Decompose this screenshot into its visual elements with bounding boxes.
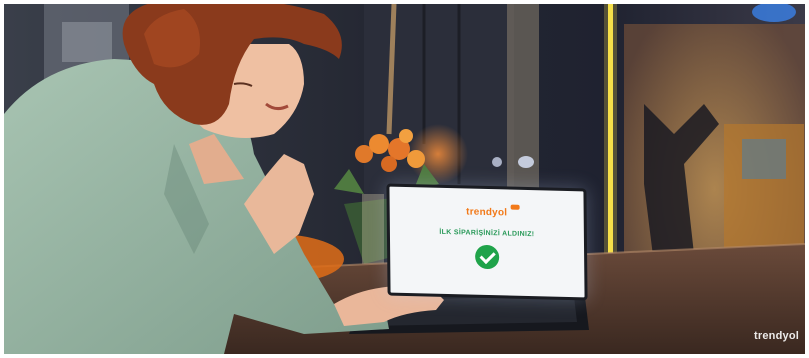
checkmark-icon <box>475 244 500 270</box>
video-frame: trendyol İLK SİPARİŞİNİZİ ALDINIZ! trend… <box>4 4 805 354</box>
laptop-screen: trendyol İLK SİPARİŞİNİZİ ALDINIZ! <box>386 183 588 301</box>
screen-brand-logo: trendyol <box>466 206 508 219</box>
pillar <box>507 4 539 204</box>
vase <box>362 194 384 264</box>
scene-photo <box>4 4 805 354</box>
order-confirmation-text: İLK SİPARİŞİNİZİ ALDINIZ! <box>439 228 535 239</box>
trendyol-watermark: trendyol <box>754 330 799 342</box>
